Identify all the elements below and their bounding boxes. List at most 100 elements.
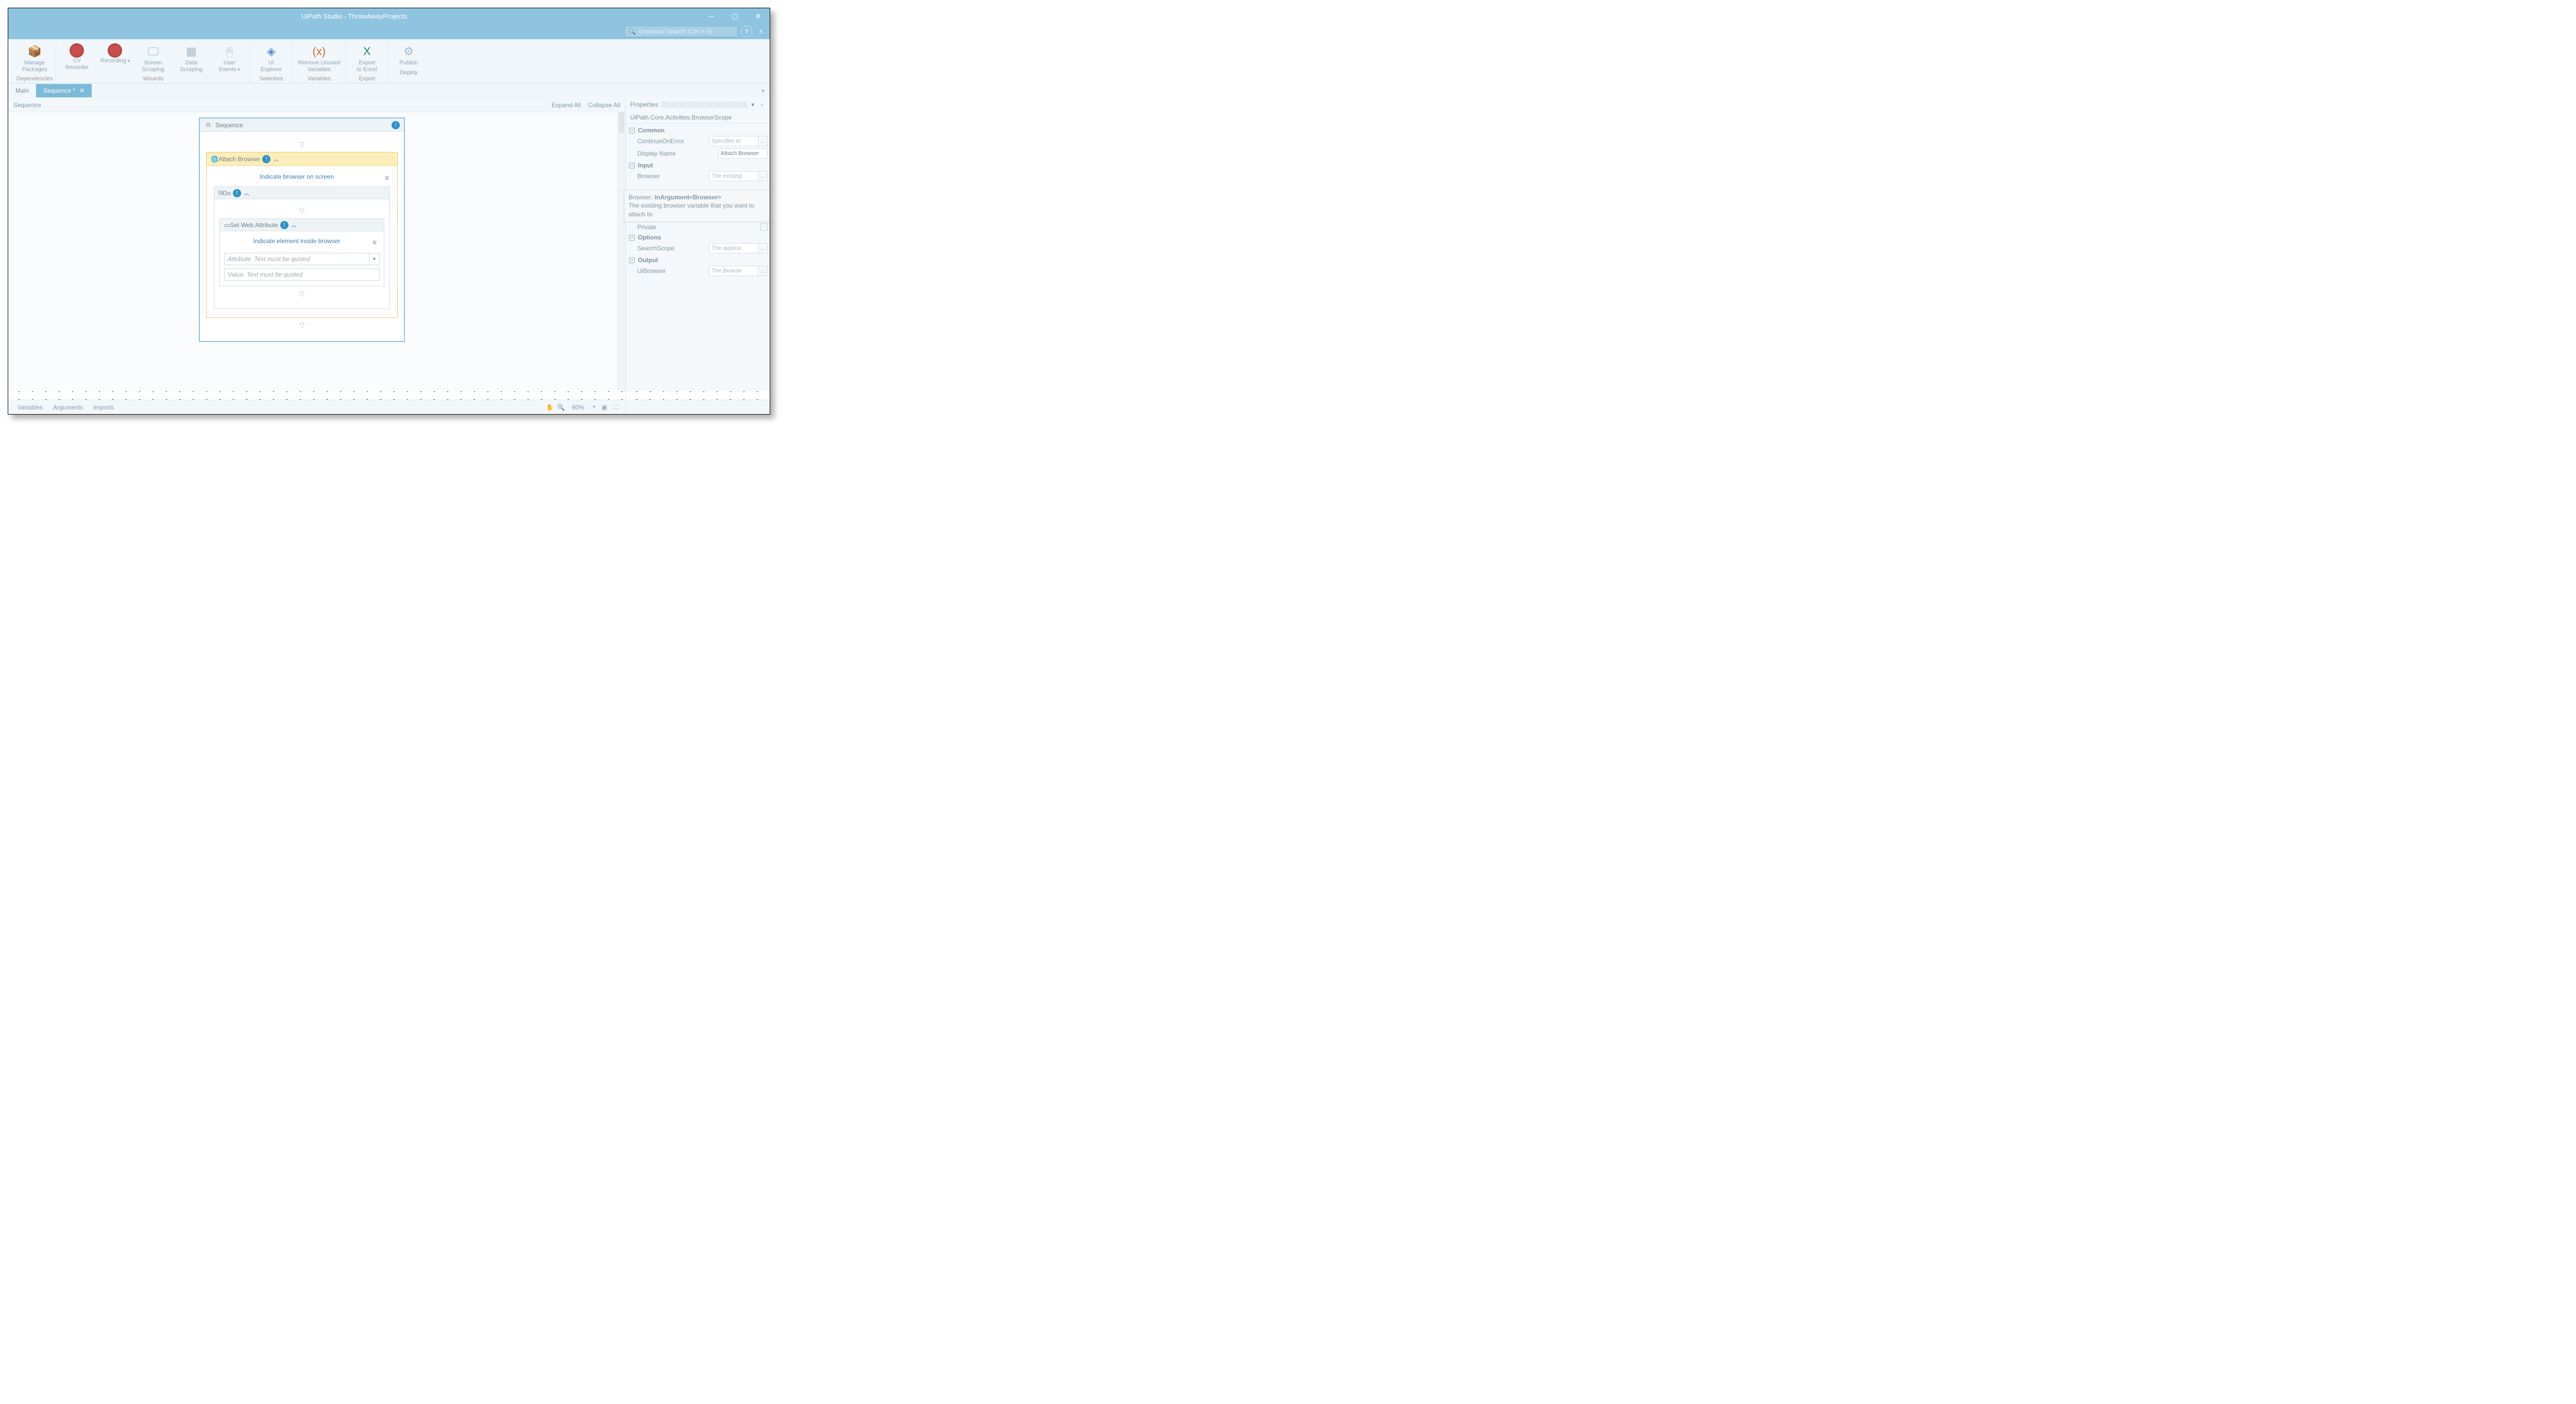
prop-display-name: Display Name Attach Browser — [628, 147, 768, 160]
options-menu-button[interactable]: ≡ — [369, 238, 380, 246]
collapse-box-icon: − — [629, 235, 635, 241]
fit-to-screen-button[interactable]: ▣ — [599, 404, 610, 411]
screen-scraping-button[interactable]: 🖵 Screen Scraping — [135, 42, 171, 74]
publish-button[interactable]: ⚙ Publish — [391, 42, 426, 67]
panel-close-button[interactable]: ▫ — [758, 101, 766, 108]
value-input[interactable]: Value. Text must be quoted — [224, 268, 380, 281]
propgroup-input[interactable]: − Input — [628, 161, 768, 170]
panel-grip[interactable] — [662, 101, 747, 108]
pin-button[interactable]: ▾ — [749, 101, 756, 108]
collapse-icon[interactable]: ︽ — [244, 189, 249, 197]
collapse-all-button[interactable]: Collapse All — [588, 101, 620, 109]
prop-display-name-input[interactable]: Attach Browser — [718, 148, 768, 159]
package-icon: 📦 — [26, 43, 43, 60]
window-close-button[interactable]: ✕ — [747, 8, 770, 24]
warning-icon[interactable]: ! — [280, 221, 289, 229]
warning-icon[interactable]: ! — [233, 189, 241, 197]
collapse-box-icon: − — [629, 128, 635, 133]
reset-zoom-button[interactable]: 🔍 — [555, 404, 567, 411]
set-web-attribute-title: Set Web Attribute — [230, 221, 278, 229]
sequence-activity[interactable]: ⧉ Sequence ! ▽ 🌐 Attach Browser ! ︽ — [199, 117, 405, 342]
expression-editor-button[interactable]: … — [758, 243, 768, 253]
titlebar: UiPath Studio - ThrowAwayProjects ─ ▢ ✕ — [8, 8, 770, 24]
indicate-element-link[interactable]: Indicate element inside browser — [224, 234, 369, 250]
warning-icon[interactable]: ! — [262, 155, 270, 163]
zoom-level[interactable]: 80% — [567, 404, 589, 411]
ui-explorer-button[interactable]: ◈ UI Explorer — [253, 42, 289, 74]
ribbon-group-export: Export — [359, 76, 375, 82]
set-web-attribute-activity[interactable]: ▭ Set Web Attribute ! ︽ Indicat — [219, 218, 384, 286]
warning-icon[interactable]: ! — [392, 121, 400, 129]
recording-button[interactable]: Recording ▾ — [97, 42, 132, 74]
drop-indicator-icon: ▽ — [219, 286, 384, 301]
breadcrumb[interactable]: Sequence — [13, 101, 41, 109]
ribbon-group-dependencies: Dependencies — [16, 76, 53, 82]
prop-search-scope-input[interactable]: The applica — [709, 243, 758, 253]
target-icon: ◈ — [263, 43, 279, 60]
prop-ui-browser-input[interactable]: The Browse — [709, 266, 758, 276]
splitter-handle[interactable] — [626, 391, 770, 400]
window-minimize-button[interactable]: ─ — [700, 8, 723, 24]
gear-icon: ⚙ — [400, 43, 417, 60]
splitter-handle[interactable] — [8, 391, 625, 400]
drop-indicator-icon: ▽ — [206, 318, 398, 333]
collapse-icon[interactable]: ︽ — [292, 221, 297, 229]
property-tooltip: Browser: InArgument<Browser> The existin… — [624, 190, 770, 222]
universal-search-input[interactable]: 🔍 Universal Search (Ctrl + F) — [624, 26, 738, 37]
expand-all-button[interactable]: Expand All — [552, 101, 581, 109]
tab-sequence[interactable]: Sequence * ✕ — [36, 84, 92, 97]
attribute-input[interactable]: Attribute. Text must be quoted — [224, 253, 369, 265]
indicate-browser-link[interactable]: Indicate browser on screen — [212, 170, 382, 185]
tabs-dropdown-button[interactable]: ▾ — [761, 88, 770, 94]
prop-private: Private — [628, 222, 768, 232]
window-maximize-button[interactable]: ▢ — [723, 8, 747, 24]
search-icon: 🔍 — [628, 28, 636, 35]
tab-main[interactable]: Main — [8, 84, 36, 97]
tab-close-button[interactable]: ✕ — [79, 87, 84, 94]
expression-editor-button[interactable]: … — [758, 171, 768, 181]
remove-unused-variables-button[interactable]: (x) Remove Unused Variables — [295, 42, 343, 74]
prop-continue-on-error-input[interactable]: Specifies to — [709, 136, 758, 146]
attribute-dropdown-button[interactable]: ▾ — [369, 253, 380, 265]
options-menu-button[interactable]: ≡ — [382, 174, 392, 182]
designer-bottom-bar: Variables Arguments Imports ✋ 🔍 80% ▾ ▣ … — [8, 400, 625, 414]
variables-tab[interactable]: Variables — [12, 404, 48, 411]
prop-private-checkbox[interactable] — [760, 224, 768, 231]
ribbon-collapse-button[interactable]: ˄ — [755, 26, 767, 37]
expression-editor-button[interactable]: … — [758, 136, 768, 146]
propgroup-common[interactable]: − Common — [628, 126, 768, 135]
user-events-button[interactable]: 🖱 User Events ▾ — [212, 42, 247, 74]
attach-browser-title: Attach Browser — [218, 156, 260, 163]
manage-packages-button[interactable]: 📦 Manage Packages — [17, 42, 52, 74]
vertical-scrollbar[interactable] — [617, 112, 625, 391]
zoom-dropdown-button[interactable]: ▾ — [589, 404, 599, 410]
collapse-icon[interactable]: ︽ — [274, 155, 279, 163]
prop-browser-input[interactable]: The existing — [709, 171, 758, 181]
export-to-excel-button[interactable]: X Export to Excel — [349, 42, 384, 74]
propgroup-output[interactable]: − Output — [628, 255, 768, 265]
drop-indicator-icon: ▽ — [206, 137, 398, 152]
arguments-tab[interactable]: Arguments — [48, 404, 88, 411]
drop-indicator-icon: ▽ — [219, 203, 384, 218]
designer-area: Sequence Expand All Collapse All ⧉ Seque… — [8, 98, 625, 414]
expression-editor-button[interactable]: … — [758, 266, 768, 276]
record-icon — [70, 43, 84, 58]
scrollbar-thumb[interactable] — [619, 112, 624, 133]
propgroup-options[interactable]: − Options — [628, 233, 768, 242]
do-activity[interactable]: ⧉ Do ! ︽ ▽ ▭ — [214, 186, 390, 309]
help-button[interactable]: ? — [741, 26, 752, 37]
designer-header: Sequence Expand All Collapse All — [8, 98, 625, 112]
overview-button[interactable]: ⛶ — [610, 403, 621, 411]
cv-recorder-button[interactable]: CV Recorder — [59, 42, 94, 74]
activity-type-label: UiPath.Core.Activities.BrowserScope — [626, 111, 770, 124]
sequence-icon: ⧉ — [218, 189, 223, 197]
imports-tab[interactable]: Imports — [88, 404, 119, 411]
designer-canvas[interactable]: ⧉ Sequence ! ▽ 🌐 Attach Browser ! ︽ — [8, 112, 625, 391]
attach-browser-activity[interactable]: 🌐 Attach Browser ! ︽ Indicate browser on… — [206, 152, 398, 318]
prop-continue-on-error: ContinueOnError Specifies to … — [628, 135, 768, 147]
sequence-icon: ⧉ — [204, 121, 212, 129]
pan-mode-button[interactable]: ✋ — [544, 404, 555, 411]
prop-browser: Browser The existing … — [628, 170, 768, 182]
sequence-title: Sequence — [215, 122, 389, 129]
data-scraping-button[interactable]: ▦ Data Scraping — [174, 42, 209, 74]
